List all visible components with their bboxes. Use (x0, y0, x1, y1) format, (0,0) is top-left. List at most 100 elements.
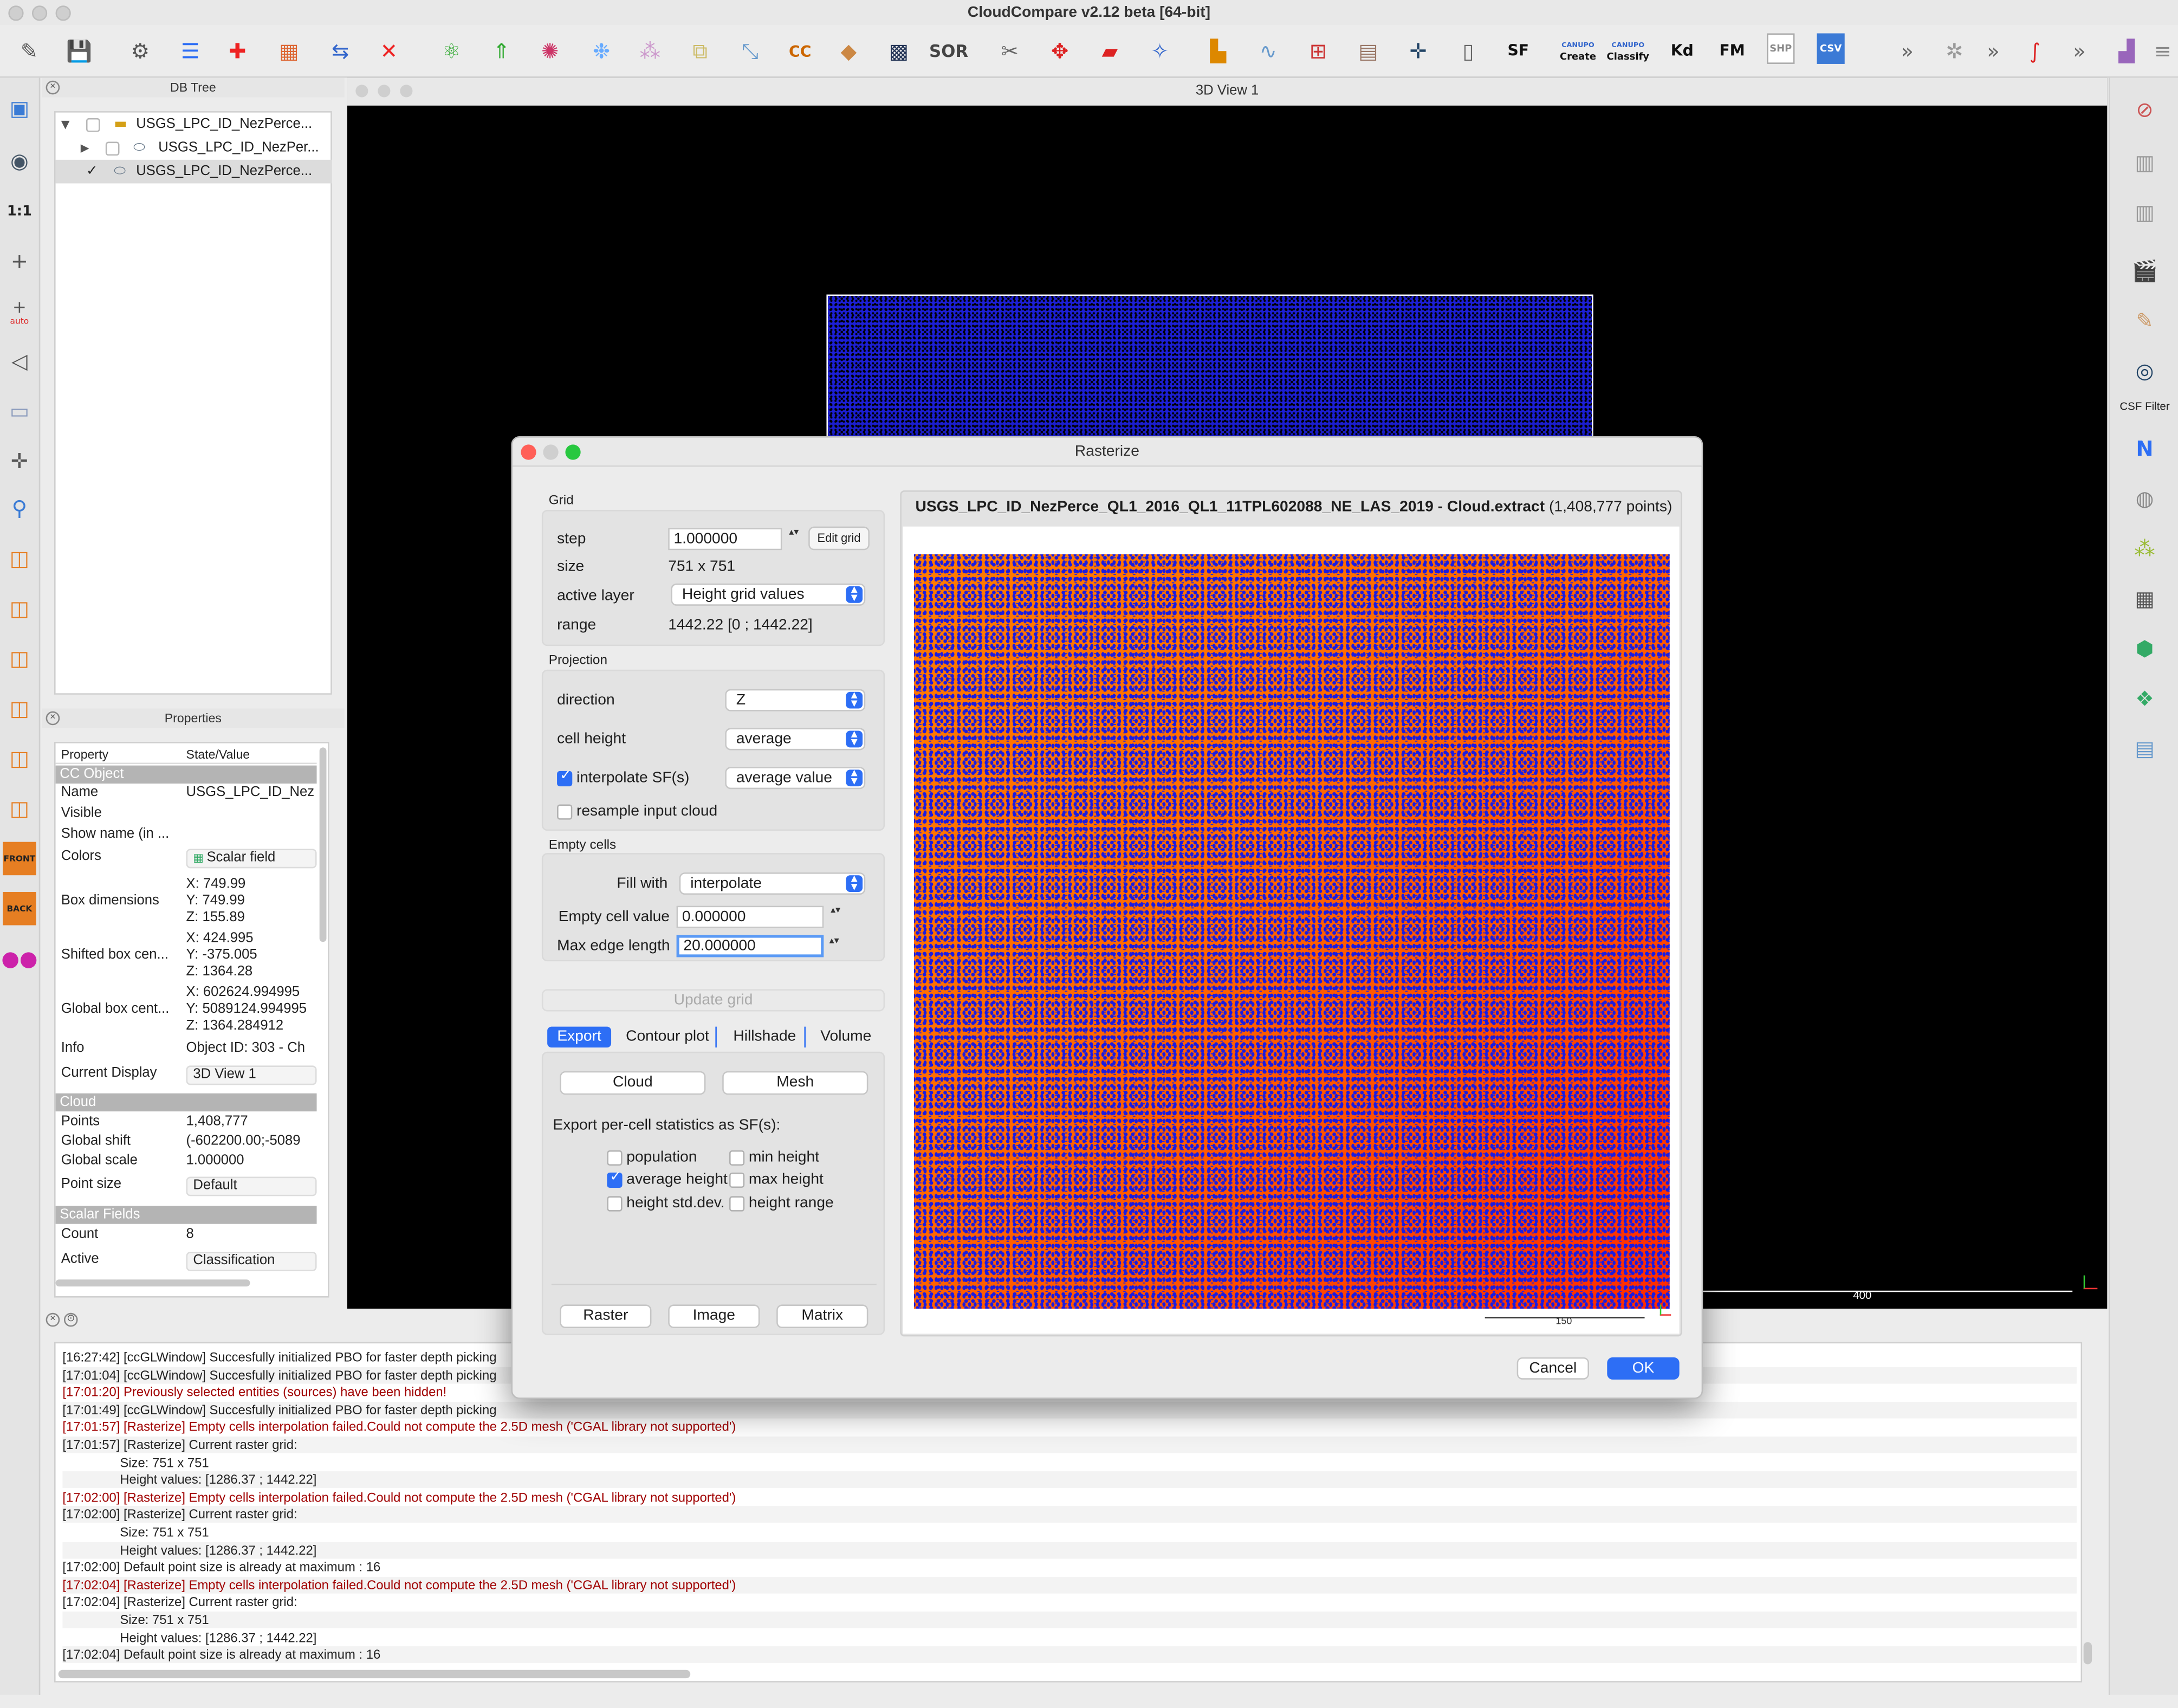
close-window-button[interactable] (8, 5, 24, 21)
scissors-icon[interactable]: ✂ (992, 34, 1028, 70)
tree-checkbox[interactable] (105, 141, 120, 156)
tab-hillshade[interactable]: Hillshade (725, 1026, 806, 1048)
export-mesh-button[interactable]: Mesh (722, 1071, 868, 1095)
forbidden-icon[interactable]: ⊘ (2127, 92, 2163, 128)
close-icon[interactable]: × (46, 1312, 60, 1327)
tree-item[interactable]: ▼ ▬ USGS_LPC_ID_NezPerce... (56, 113, 332, 137)
view-top-icon[interactable]: ◫ (3, 542, 36, 575)
distance-icon[interactable]: ⤡ (732, 34, 768, 70)
export-matrix-button[interactable]: Matrix (776, 1304, 868, 1328)
sf-button[interactable]: SF (1500, 34, 1537, 70)
tree-checkbox[interactable] (86, 160, 100, 184)
interpolate-sf-select[interactable]: average value ▲ ▼ (725, 767, 866, 790)
export-cloud-button[interactable]: Cloud (560, 1071, 706, 1095)
close-icon[interactable]: × (46, 711, 60, 726)
close-icon[interactable]: × (46, 80, 60, 95)
population-checkbox[interactable] (607, 1150, 623, 1166)
ccc-icon[interactable]: CC (782, 34, 818, 70)
ok-button[interactable]: OK (1607, 1357, 1680, 1380)
kd-button[interactable]: Kd (1664, 34, 1700, 70)
tree-checkbox[interactable] (86, 118, 100, 132)
shp-button[interactable]: SHP (1767, 33, 1795, 64)
plugin-icon[interactable]: ✲ (1936, 34, 1973, 70)
ruler-icon[interactable]: ▤ (2127, 731, 2163, 767)
camera-icon[interactable]: ◉ (3, 145, 36, 178)
tab-contour-plot[interactable]: Contour plot (619, 1026, 717, 1048)
expand-down-icon[interactable]: ▼ (61, 113, 70, 137)
current-display-select[interactable]: 3D View 1 (186, 1065, 317, 1085)
delete-icon[interactable]: ✕ (371, 34, 407, 70)
csv-button[interactable]: CSV (1817, 33, 1845, 64)
properties-vscrollbar[interactable] (319, 747, 327, 942)
export-image-button[interactable]: Image (668, 1304, 760, 1328)
cell-height-select[interactable]: average ▲ ▼ (725, 728, 866, 751)
overflow-icon[interactable]: » (1889, 34, 1926, 70)
subsample-icon[interactable]: ❉ (584, 34, 620, 70)
s-tool-icon[interactable]: ∫ (2017, 34, 2053, 70)
tab-volume[interactable]: Volume (814, 1027, 878, 1047)
active-sf-select[interactable]: Classification (186, 1251, 317, 1271)
brush-icon[interactable]: ✎ (2127, 303, 2163, 339)
minimize-window-button[interactable] (31, 5, 48, 21)
export-raster-button[interactable]: Raster (560, 1304, 652, 1328)
dialog-close-button[interactable] (521, 444, 536, 460)
sf-arith-icon[interactable]: ⊞ (1300, 34, 1337, 70)
view-maximize-button[interactable] (400, 85, 413, 98)
stereo-icon[interactable]: ●● (1, 942, 37, 975)
zoom-icon[interactable]: ⚲ (3, 492, 36, 526)
name-field[interactable]: USGS_LPC_ID_Nez (186, 785, 317, 800)
cdl-icon[interactable]: ▥ (2127, 145, 2163, 181)
octree-icon[interactable]: ✺ (532, 34, 568, 70)
console-hscrollbar[interactable] (58, 1670, 691, 1679)
view-left-icon[interactable]: ◫ (3, 642, 36, 675)
add-point-icon[interactable]: ✚ (219, 34, 256, 70)
resample-checkbox[interactable] (557, 804, 573, 820)
zoom-window-button[interactable] (55, 5, 71, 21)
color-icon[interactable]: ▦ (271, 34, 307, 70)
histogram-icon[interactable]: ▙ (1200, 34, 1236, 70)
fullscreen-icon[interactable]: ▣ (3, 92, 36, 125)
list-icon[interactable]: ☰ (172, 34, 209, 70)
overflow-icon-2[interactable]: » (1975, 34, 2012, 70)
min-height-checkbox[interactable] (729, 1150, 745, 1166)
view-iso-back-button[interactable]: BACK (3, 891, 36, 926)
animation-icon[interactable]: 🎬 (2127, 253, 2163, 289)
fm-button[interactable]: FM (1714, 34, 1751, 70)
dialog-zoom-button[interactable] (565, 444, 581, 460)
empty-cell-value-input[interactable]: 0.000000 (676, 904, 842, 928)
sor-button[interactable]: SOR (929, 34, 968, 70)
edit-grid-button[interactable]: Edit grid (808, 526, 870, 551)
plane-icon[interactable]: ▰ (1092, 34, 1128, 70)
noise-icon[interactable]: ⁂ (632, 34, 669, 70)
fill-with-select[interactable]: interpolate ▲ ▼ (679, 872, 866, 895)
sf-convert-icon[interactable]: ▤ (1350, 34, 1386, 70)
height-range-checkbox[interactable] (729, 1196, 745, 1212)
view-cube-icon[interactable]: ▭ (3, 394, 36, 428)
view-back-icon[interactable]: ◫ (3, 692, 36, 726)
sample-icon[interactable]: ⚛ (433, 34, 470, 70)
merge-icon[interactable]: ⇆ (322, 34, 359, 70)
height-stddev-checkbox[interactable] (607, 1196, 623, 1212)
console-vscrollbar[interactable] (2083, 1642, 2092, 1665)
expand-right-icon[interactable]: ▶ (81, 136, 89, 160)
interpolate-sf-checkbox[interactable] (557, 768, 573, 787)
view-close-button[interactable] (355, 85, 368, 98)
step-input[interactable]: 1.000000 (668, 527, 800, 551)
checkerboard-icon[interactable]: ▩ (880, 34, 917, 70)
view-minimize-button[interactable] (378, 85, 391, 98)
move-icon[interactable]: ✛ (3, 444, 36, 478)
stats-icon[interactable]: ▟ (2109, 34, 2145, 70)
calculator-icon[interactable]: ▯ (1450, 34, 1487, 70)
curve-icon[interactable]: ∿ (1250, 34, 1286, 70)
view-iso-front-button[interactable]: FRONT (3, 842, 36, 876)
bucket-icon[interactable]: ◆ (831, 34, 867, 70)
hex-icon[interactable]: ⬢ (2127, 631, 2163, 667)
point-size-select[interactable]: Default (186, 1176, 317, 1196)
hpr-icon[interactable]: ◍ (2127, 481, 2163, 517)
max-height-checkbox[interactable] (729, 1172, 745, 1188)
properties-scrollbar[interactable] (55, 1279, 250, 1287)
add-sf-icon[interactable]: ✛ (1400, 34, 1436, 70)
tree-item[interactable]: ⬭ USGS_LPC_ID_NezPerce... (55, 159, 332, 184)
m3c2-icon[interactable]: ⁂ (2127, 530, 2163, 567)
active-layer-select[interactable]: Height grid values ▲ ▼ (671, 583, 866, 606)
